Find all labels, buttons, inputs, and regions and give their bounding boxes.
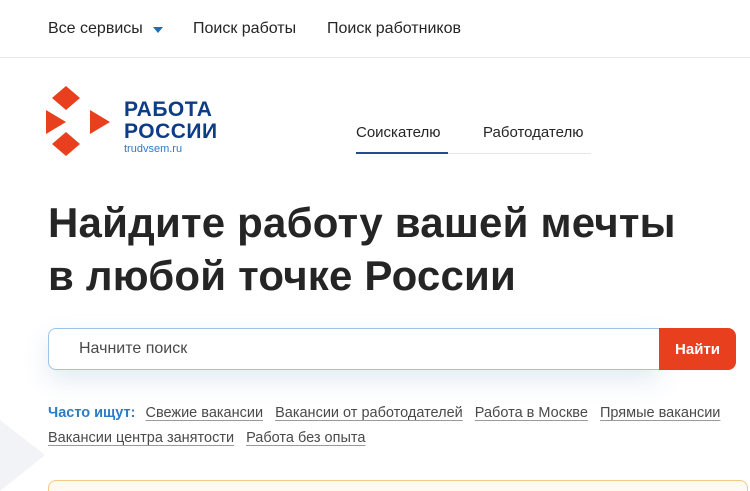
- worker-search-link[interactable]: Поиск работников: [327, 20, 461, 38]
- tab-job-seeker[interactable]: Соискателю: [356, 124, 441, 141]
- popular-searches-label: Часто ищут:: [48, 405, 136, 421]
- popular-link-direct-vacancies[interactable]: Прямые вакансии: [600, 405, 720, 421]
- search-button[interactable]: Найти: [659, 328, 736, 370]
- tab-employer[interactable]: Работодателю: [483, 124, 583, 141]
- active-tab-indicator: [356, 152, 448, 154]
- page-title-line1: Найдите работу вашей мечты: [48, 199, 676, 246]
- logo-domain: trudvsem.ru: [124, 143, 183, 155]
- search-input[interactable]: [48, 328, 660, 370]
- page-title: Найдите работу вашей мечты в любой точке…: [48, 196, 676, 302]
- top-navigation: Все сервисы Поиск работы Поиск работнико…: [0, 0, 750, 58]
- popular-searches: Часто ищут: Свежие вакансии Вакансии от …: [48, 401, 738, 451]
- job-search-link[interactable]: Поиск работы: [193, 20, 296, 38]
- all-services-menu[interactable]: Все сервисы: [48, 20, 143, 38]
- decorative-shape: [0, 420, 45, 491]
- popular-link-employer-vacancies[interactable]: Вакансии от работодателей: [275, 405, 463, 421]
- page-title-line2: в любой точке России: [48, 252, 517, 299]
- chevron-down-icon[interactable]: [153, 27, 163, 33]
- logo-text-line1[interactable]: РАБОТА: [124, 98, 212, 122]
- info-card: [48, 480, 748, 491]
- logo-text-line2[interactable]: РОССИИ: [124, 120, 218, 144]
- popular-link-no-experience[interactable]: Работа без опыта: [246, 430, 365, 446]
- popular-link-employment-center[interactable]: Вакансии центра занятости: [48, 430, 234, 446]
- popular-link-moscow-jobs[interactable]: Работа в Москве: [475, 405, 588, 421]
- logo-icon[interactable]: [46, 86, 112, 156]
- popular-link-fresh-vacancies[interactable]: Свежие вакансии: [145, 405, 263, 421]
